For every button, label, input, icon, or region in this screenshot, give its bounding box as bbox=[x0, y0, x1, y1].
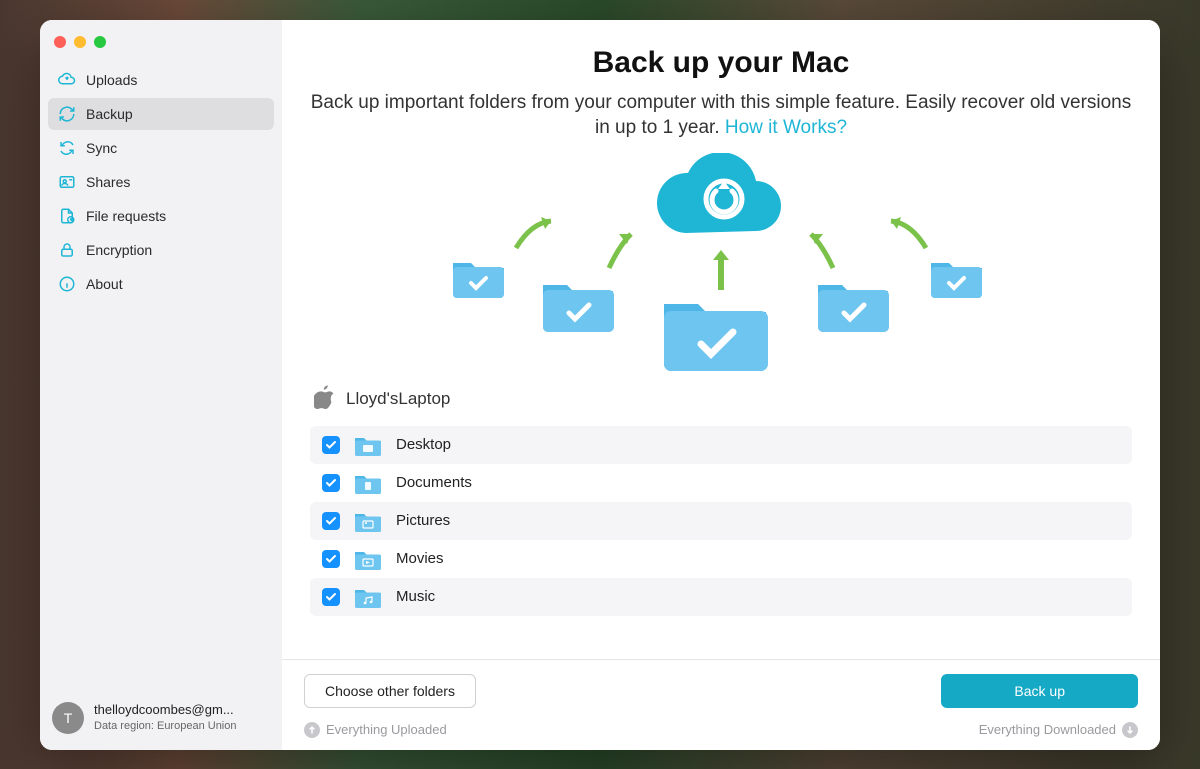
folder-icon bbox=[929, 253, 984, 298]
folder-documents-icon bbox=[354, 471, 382, 495]
choose-other-folders-button[interactable]: Choose other folders bbox=[304, 674, 476, 708]
backup-illustration bbox=[401, 153, 1041, 363]
arrow-icon bbox=[881, 213, 931, 253]
sidebar-item-backup[interactable]: Backup bbox=[48, 98, 274, 130]
folder-icon bbox=[661, 288, 771, 373]
download-status-icon bbox=[1122, 722, 1138, 738]
file-request-icon bbox=[58, 207, 76, 225]
sidebar-item-sync[interactable]: Sync bbox=[48, 132, 274, 164]
sidebar-item-label: Uploads bbox=[86, 72, 137, 88]
folder-label: Desktop bbox=[396, 436, 451, 453]
arrow-icon bbox=[601, 228, 641, 273]
sidebar-item-uploads[interactable]: Uploads bbox=[48, 64, 274, 96]
info-icon bbox=[58, 275, 76, 293]
cloud-icon bbox=[646, 153, 796, 253]
bottom-toolbar: Choose other folders Back up bbox=[282, 659, 1160, 718]
folder-label: Pictures bbox=[396, 512, 450, 529]
folder-movies-icon bbox=[354, 547, 382, 571]
sync-icon bbox=[58, 139, 76, 157]
account-email: thelloydcoombes@gm... bbox=[94, 702, 236, 719]
account-region: Data region: European Union bbox=[94, 719, 236, 733]
backup-button[interactable]: Back up bbox=[941, 674, 1138, 708]
device-name: Lloyd'sLaptop bbox=[346, 389, 450, 409]
sidebar-item-label: Backup bbox=[86, 106, 133, 122]
avatar: T bbox=[52, 702, 84, 734]
checkbox[interactable] bbox=[322, 512, 340, 530]
folder-icon bbox=[451, 253, 506, 298]
sidebar-item-label: Encryption bbox=[86, 242, 152, 258]
sidebar-item-file-requests[interactable]: File requests bbox=[48, 200, 274, 232]
main-panel: Back up your Mac Back up important folde… bbox=[282, 20, 1160, 750]
folder-row-music[interactable]: Music bbox=[310, 578, 1132, 616]
folder-icon bbox=[541, 273, 616, 333]
arrow-icon bbox=[801, 228, 841, 273]
nav-list: Uploads Backup Sync Shares bbox=[40, 64, 282, 302]
sidebar-item-encryption[interactable]: Encryption bbox=[48, 234, 274, 266]
status-downloaded: Everything Downloaded bbox=[979, 722, 1138, 738]
apple-icon bbox=[314, 385, 334, 414]
lock-icon bbox=[58, 241, 76, 259]
folder-row-desktop[interactable]: Desktop bbox=[310, 426, 1132, 464]
folder-desktop-icon bbox=[354, 433, 382, 457]
status-uploaded: Everything Uploaded bbox=[304, 722, 447, 738]
close-window-button[interactable] bbox=[54, 36, 66, 48]
checkbox[interactable] bbox=[322, 550, 340, 568]
how-it-works-link[interactable]: How it Works? bbox=[725, 117, 847, 138]
checkbox[interactable] bbox=[322, 474, 340, 492]
sidebar-item-label: File requests bbox=[86, 208, 166, 224]
folder-label: Music bbox=[396, 588, 435, 605]
page-subtitle: Back up important folders from your comp… bbox=[310, 90, 1132, 141]
status-bar: Everything Uploaded Everything Downloade… bbox=[282, 718, 1160, 750]
folder-pictures-icon bbox=[354, 509, 382, 533]
refresh-icon bbox=[58, 105, 76, 123]
folder-label: Documents bbox=[396, 474, 472, 491]
sidebar-item-label: Shares bbox=[86, 174, 130, 190]
folder-label: Movies bbox=[396, 550, 444, 567]
minimize-window-button[interactable] bbox=[74, 36, 86, 48]
folder-row-pictures[interactable]: Pictures bbox=[310, 502, 1132, 540]
app-window: Uploads Backup Sync Shares bbox=[40, 20, 1160, 750]
window-controls bbox=[40, 28, 282, 64]
sidebar-item-label: Sync bbox=[86, 140, 117, 156]
sidebar-item-about[interactable]: About bbox=[48, 268, 274, 300]
checkbox[interactable] bbox=[322, 436, 340, 454]
device-header: Lloyd'sLaptop bbox=[310, 381, 1132, 426]
folder-list: Desktop Documents Pictures Movies bbox=[310, 426, 1132, 616]
checkbox[interactable] bbox=[322, 588, 340, 606]
upload-status-icon bbox=[304, 722, 320, 738]
page-title: Back up your Mac bbox=[310, 46, 1132, 80]
cloud-upload-icon bbox=[58, 71, 76, 89]
folder-row-documents[interactable]: Documents bbox=[310, 464, 1132, 502]
sidebar: Uploads Backup Sync Shares bbox=[40, 20, 282, 750]
arrow-icon bbox=[511, 213, 561, 253]
share-person-icon bbox=[58, 173, 76, 191]
folder-music-icon bbox=[354, 585, 382, 609]
account-footer[interactable]: T thelloydcoombes@gm... Data region: Eur… bbox=[40, 692, 282, 750]
sidebar-item-label: About bbox=[86, 276, 123, 292]
fullscreen-window-button[interactable] bbox=[94, 36, 106, 48]
folder-icon bbox=[816, 273, 891, 333]
sidebar-item-shares[interactable]: Shares bbox=[48, 166, 274, 198]
content: Back up your Mac Back up important folde… bbox=[282, 20, 1160, 659]
folder-row-movies[interactable]: Movies bbox=[310, 540, 1132, 578]
